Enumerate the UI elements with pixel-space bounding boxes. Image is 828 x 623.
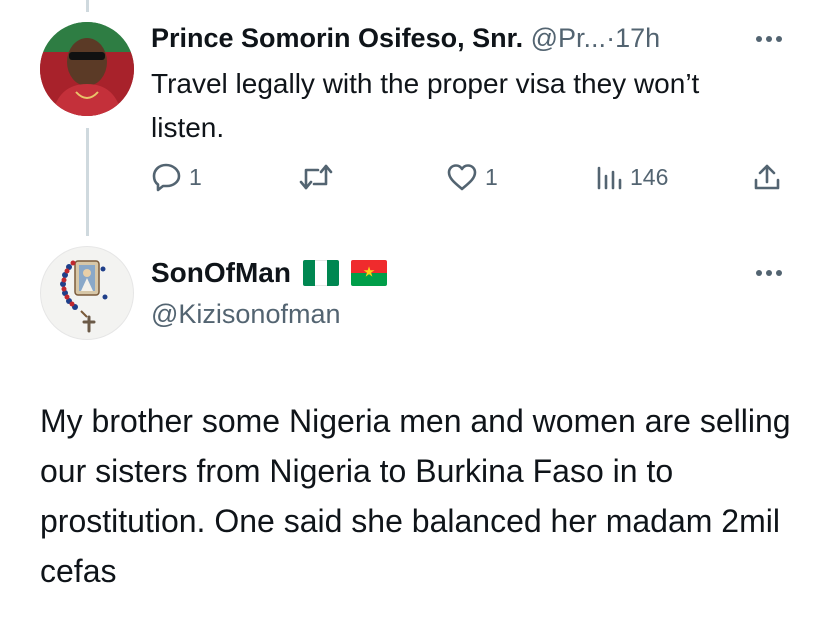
reply-button[interactable]: 1	[151, 162, 202, 192]
thread-connector	[86, 128, 89, 236]
like-count: 1	[485, 164, 498, 190]
retweet-button[interactable]	[298, 162, 334, 192]
reply-count: 1	[189, 164, 202, 190]
tweet-header: Prince Somorin Osifeso, Snr. @Pr...·17h	[151, 22, 660, 54]
tweet-timestamp[interactable]: 17h	[615, 23, 660, 53]
share-button[interactable]	[752, 162, 782, 192]
like-icon	[447, 164, 477, 191]
tweet-text: Travel legally with the proper visa they…	[151, 68, 700, 143]
avatar[interactable]	[40, 22, 134, 116]
nigeria-flag-icon	[303, 260, 339, 286]
views-button[interactable]: 146	[594, 162, 668, 192]
author-display-name[interactable]: SonOfMan	[151, 256, 291, 290]
retweet-icon	[299, 164, 333, 190]
views-count: 146	[630, 164, 669, 190]
avatar-rosary-image	[60, 260, 108, 333]
like-button[interactable]: 1	[445, 162, 498, 192]
more-icon[interactable]	[752, 266, 786, 280]
author-display-name[interactable]: Prince Somorin Osifeso, Snr.	[151, 23, 523, 53]
reply-icon	[152, 163, 181, 192]
share-icon	[754, 164, 780, 190]
views-icon	[597, 166, 622, 190]
tweet-text: My brother some Nigeria men and women ar…	[40, 403, 791, 589]
author-name-row: SonOfMan ★	[151, 256, 387, 290]
separator-dot: ·	[606, 23, 616, 53]
author-handle[interactable]: @Kizisonofman	[151, 298, 341, 330]
author-handle[interactable]: @Pr...	[531, 23, 606, 53]
avatar-photo	[40, 22, 134, 116]
more-icon[interactable]	[752, 32, 786, 46]
avatar[interactable]	[40, 246, 134, 340]
burkina-faso-flag-icon: ★	[351, 260, 387, 286]
thread-connector-top	[86, 0, 89, 12]
